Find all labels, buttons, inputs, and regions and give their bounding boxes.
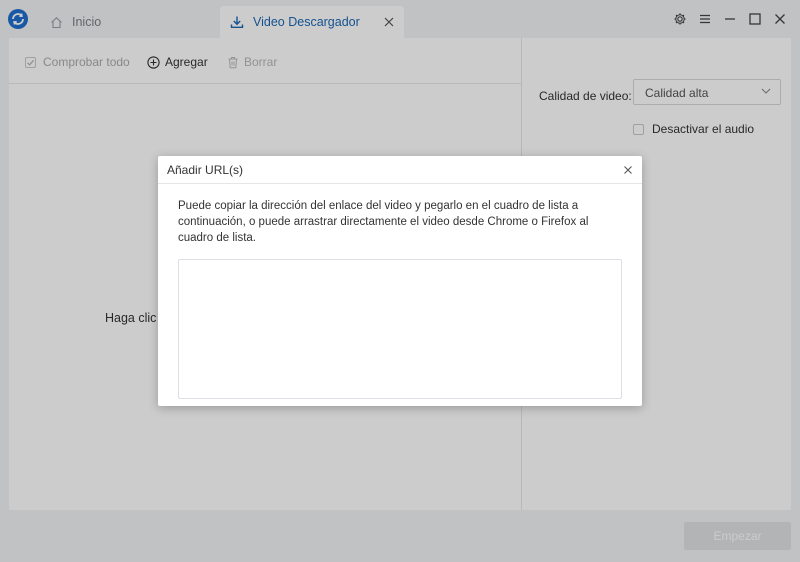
dialog-header: Añadir URL(s) xyxy=(158,156,642,184)
dialog-description: Puede copiar la dirección del enlace del… xyxy=(178,200,589,244)
url-textarea[interactable] xyxy=(178,259,622,399)
dialog-title: Añadir URL(s) xyxy=(167,163,244,177)
add-url-dialog: Añadir URL(s) Puede copiar la dirección … xyxy=(158,156,642,406)
dialog-close-icon[interactable] xyxy=(622,164,634,176)
